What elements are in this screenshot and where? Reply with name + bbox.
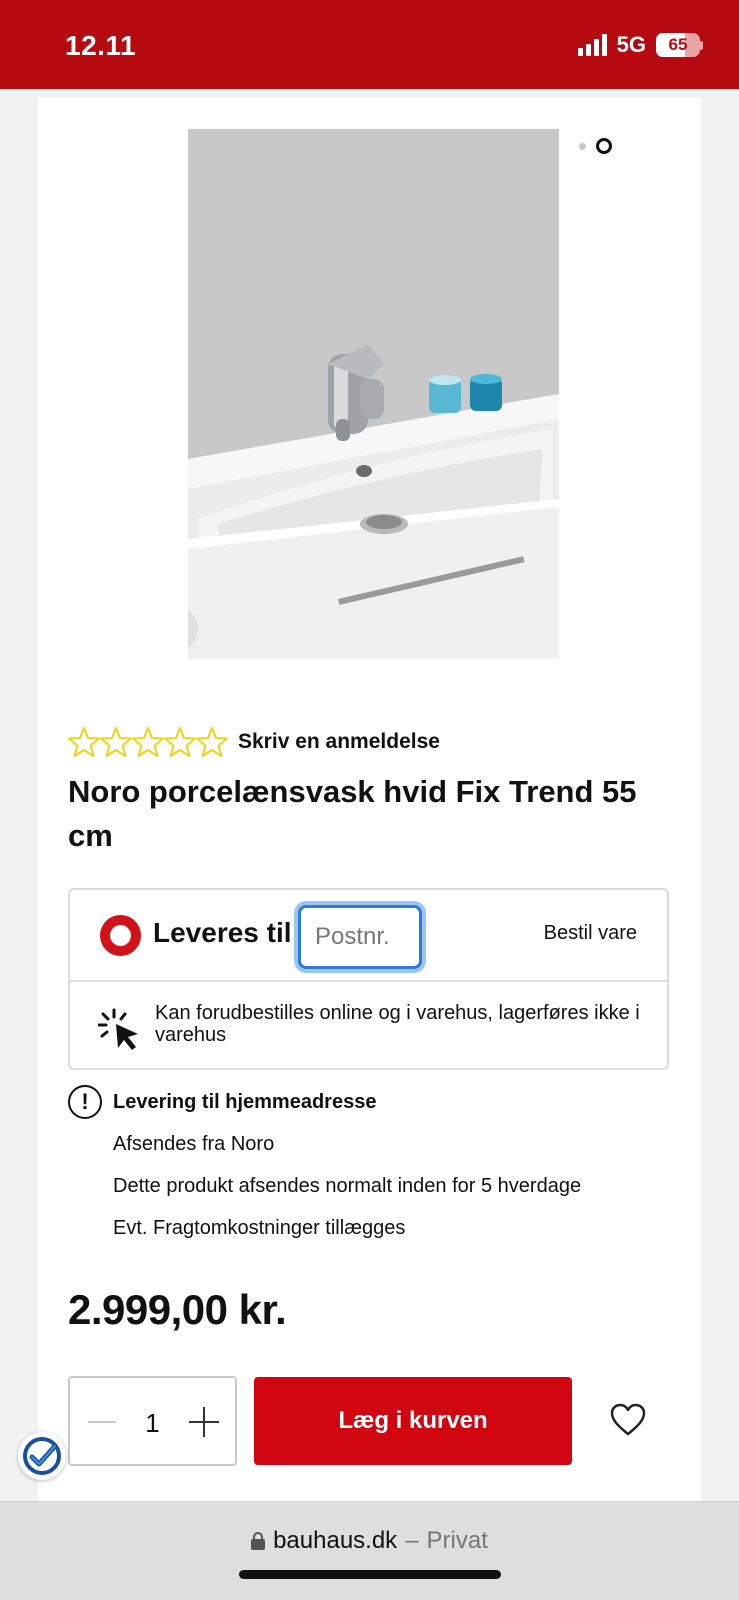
- signal-icon: [577, 34, 607, 56]
- home-delivery-line: Dette produkt afsendes normalt inden for…: [113, 1175, 582, 1197]
- rating-row: Skriv en anmeldelse: [68, 726, 440, 758]
- url-domain: bauhaus.dk: [273, 1527, 398, 1554]
- star-rating: [68, 726, 228, 758]
- star-icon: [100, 727, 132, 757]
- sink-illustration: [188, 129, 559, 659]
- lock-icon: [251, 1532, 266, 1550]
- gallery-pagination: [579, 138, 612, 154]
- battery-level: 65: [668, 35, 688, 54]
- url-separator: –: [405, 1527, 419, 1554]
- order-item-label: Bestil vare: [543, 922, 637, 944]
- gallery-dot-1[interactable]: [579, 142, 586, 150]
- status-indicators: 5G 65: [577, 32, 703, 58]
- deliver-to-label: Leveres til:: [153, 917, 301, 948]
- status-bar: 12.11 5G 65: [0, 0, 739, 89]
- star-icon: [132, 727, 164, 757]
- quantity-stepper: 1: [68, 1376, 237, 1466]
- star-icon: [164, 727, 196, 757]
- add-to-cart-button[interactable]: Læg i kurven: [254, 1377, 572, 1465]
- star-icon: [68, 727, 100, 757]
- delivery-box: Leveres til: Bestil vare Kan forudbestil…: [68, 888, 669, 1070]
- home-delivery-line: Afsendes fra Noro: [113, 1133, 275, 1155]
- product-card: Skriv en anmeldelse Noro porcelænsvask h…: [38, 98, 701, 1501]
- private-mode-label: Privat: [426, 1527, 488, 1554]
- delivery-option-row[interactable]: Leveres til: Bestil vare: [70, 890, 667, 982]
- heart-icon[interactable]: [610, 1403, 646, 1437]
- preorder-note: Kan forudbestilles online og i varehus, …: [155, 1002, 640, 1046]
- browser-address-bar[interactable]: bauhaus.dk – Privat: [0, 1501, 739, 1600]
- postnr-input[interactable]: [298, 905, 422, 969]
- battery-icon: 65: [656, 33, 703, 57]
- home-delivery-title: Levering til hjemmeadresse: [113, 1091, 377, 1113]
- delivery-radio[interactable]: [100, 915, 141, 956]
- write-review-link[interactable]: Skriv en anmeldelse: [238, 730, 440, 754]
- trust-badge[interactable]: [18, 1432, 66, 1480]
- network-label: 5G: [616, 32, 646, 57]
- quantity-increase-button[interactable]: [189, 1407, 219, 1437]
- product-price: 2.999,00 kr.: [68, 1286, 287, 1333]
- product-title: Noro porcelænsvask hvid Fix Trend 55 cm: [68, 774, 637, 853]
- click-cursor-icon: [98, 1008, 138, 1050]
- gallery-dot-2-active[interactable]: [596, 138, 612, 154]
- home-delivery-line: Evt. Fragtomkostninger tillægges: [113, 1217, 406, 1239]
- product-image[interactable]: [188, 129, 559, 659]
- checkmark-shield-icon: [23, 1437, 61, 1475]
- exclamation-icon: !: [68, 1085, 102, 1119]
- star-icon: [196, 727, 228, 757]
- status-time: 12.11: [65, 30, 137, 61]
- home-indicator[interactable]: [239, 1570, 501, 1579]
